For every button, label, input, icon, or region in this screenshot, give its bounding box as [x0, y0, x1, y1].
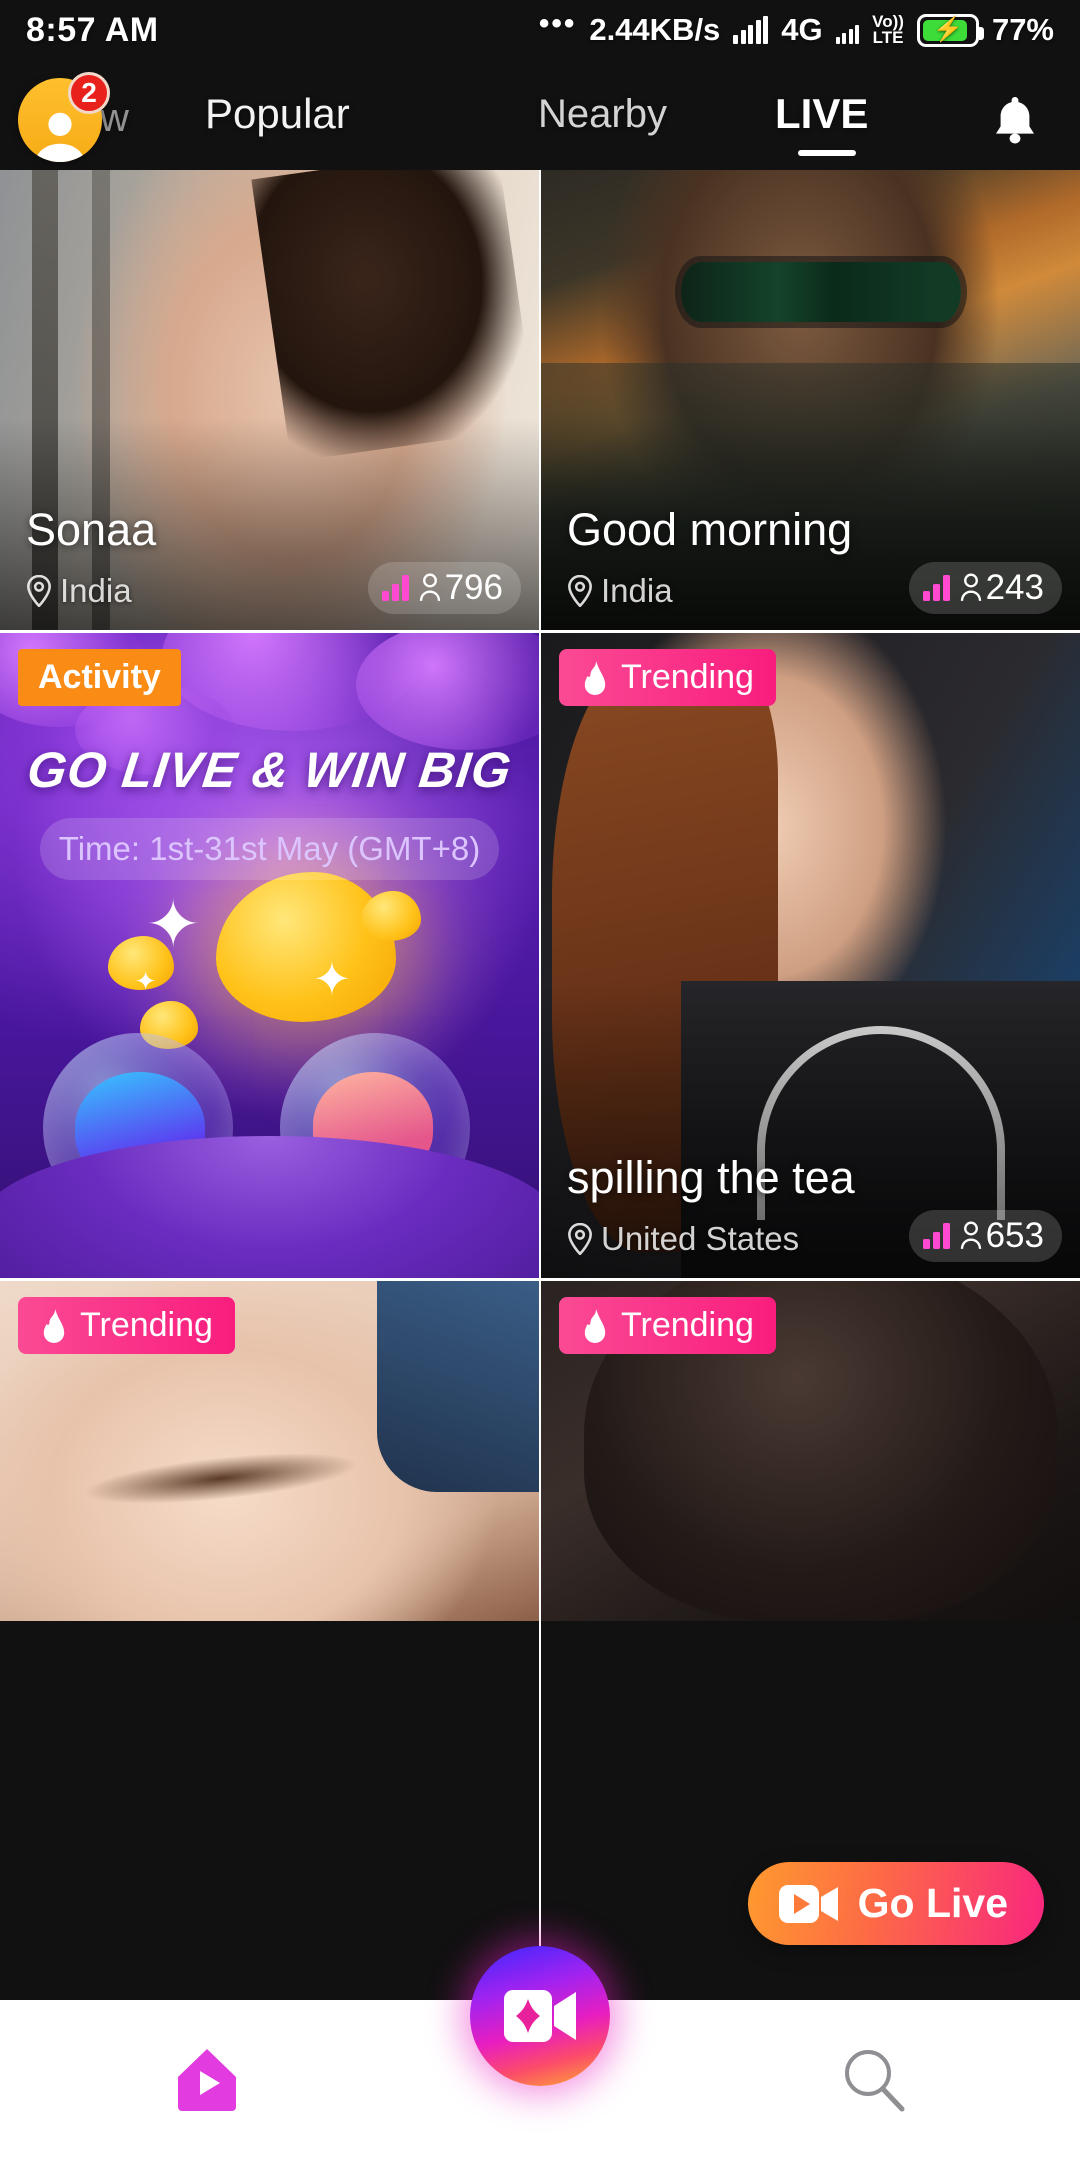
- card-location: United States: [567, 1220, 799, 1258]
- live-card-bottom-left[interactable]: Trending: [0, 1281, 539, 1621]
- card-location: India: [26, 572, 132, 610]
- card-location-label: India: [601, 572, 673, 609]
- create-live-fab[interactable]: [470, 1946, 610, 2086]
- live-card-spilling-the-tea[interactable]: Trending spilling the tea United States …: [541, 633, 1080, 1278]
- viewer-count: 653: [985, 1216, 1044, 1255]
- tab-popular[interactable]: Popular: [205, 90, 350, 138]
- card-tag-trending: Trending: [559, 649, 776, 706]
- nav-home-button[interactable]: [170, 2043, 244, 2117]
- person-icon: [419, 573, 440, 601]
- live-stream-grid: Sonaa India 796 Good morning India 243 ✦…: [0, 170, 1080, 1990]
- location-pin-icon: [568, 575, 592, 607]
- viewer-count: 796: [444, 568, 503, 607]
- flame-icon: [43, 1308, 65, 1343]
- status-bar: 8:57 AM ••• 2.44KB/s 4G Vo)) LTE ⚡ 77%: [0, 0, 1080, 60]
- battery-percent: 77%: [991, 12, 1054, 47]
- volte-bottom: LTE: [872, 28, 904, 47]
- tab-live[interactable]: LIVE: [775, 90, 868, 138]
- viewer-count-badge: 243: [908, 562, 1062, 614]
- top-navigation: w Popular Nearby LIVE 2: [0, 60, 1080, 170]
- status-time: 8:57 AM: [26, 10, 159, 49]
- tab-follow[interactable]: w: [100, 96, 162, 141]
- app-root: Sonaa India 796 Good morning India 243 ✦…: [0, 0, 1080, 2160]
- card-tag-label: Activity: [38, 658, 161, 696]
- network-speed: 2.44KB/s: [589, 12, 721, 47]
- location-pin-icon: [568, 1223, 592, 1255]
- card-location: India: [567, 572, 673, 610]
- notification-badge: 2: [68, 72, 110, 114]
- card-tag-trending: Trending: [559, 1297, 776, 1354]
- bell-icon[interactable]: [992, 95, 1038, 145]
- live-card-good-morning[interactable]: Good morning India 243: [541, 170, 1080, 630]
- status-right-cluster: ••• 2.44KB/s 4G Vo)) LTE ⚡ 77%: [539, 7, 1054, 48]
- card-title: Sonaa: [26, 504, 157, 555]
- grid-divider-horizontal-1: [0, 630, 1080, 633]
- promo-artwork: ✦ ✦ ✦: [0, 633, 539, 1278]
- signal-bars-icon: [922, 1223, 950, 1249]
- battery-icon: ⚡: [916, 13, 984, 47]
- home-play-icon: [178, 2049, 236, 2111]
- live-card-sonaa[interactable]: Sonaa India 796: [0, 170, 539, 630]
- grid-divider-horizontal-2: [0, 1278, 1080, 1281]
- overflow-dots-icon: •••: [538, 7, 577, 40]
- person-icon: [960, 573, 981, 601]
- signal-strength-icon-2: [835, 16, 860, 44]
- person-icon: [960, 1221, 981, 1249]
- flame-icon: [584, 660, 606, 695]
- profile-avatar-button[interactable]: 2: [18, 72, 110, 162]
- card-tag-label: Trending: [621, 1306, 754, 1344]
- card-tag-trending: Trending: [18, 1297, 235, 1354]
- viewer-count-badge: 796: [367, 562, 521, 614]
- signal-bars-icon: [922, 575, 950, 601]
- tab-live-indicator: [798, 150, 856, 156]
- live-card-bottom-right[interactable]: Trending: [541, 1281, 1080, 1621]
- signal-strength-icon: [733, 16, 769, 44]
- network-type: 4G: [781, 12, 823, 47]
- location-pin-icon: [27, 575, 51, 607]
- card-tag-label: Trending: [80, 1306, 213, 1344]
- live-video-sparkle-icon: [504, 1990, 576, 2042]
- card-tag-activity: Activity: [18, 649, 181, 706]
- card-title: spilling the tea: [567, 1152, 855, 1203]
- card-tag-label: Trending: [621, 658, 754, 696]
- card-title: Good morning: [567, 504, 853, 555]
- promo-time-pill: Time: 1st-31st May (GMT+8): [40, 818, 499, 880]
- viewer-count-badge: 653: [908, 1210, 1062, 1262]
- video-camera-icon: [778, 1884, 838, 1923]
- search-icon: [845, 2050, 905, 2112]
- promo-title: GO LIVE & WIN BIG: [24, 742, 515, 798]
- viewer-count: 243: [985, 568, 1044, 607]
- go-live-button[interactable]: Go Live: [747, 1862, 1044, 1945]
- nav-search-button[interactable]: [836, 2043, 910, 2117]
- signal-bars-icon: [381, 575, 409, 601]
- grid-divider-vertical: [539, 170, 541, 1990]
- tab-bar: w Popular Nearby LIVE: [0, 60, 1080, 170]
- card-location-label: India: [60, 572, 132, 609]
- go-live-label: Go Live: [857, 1880, 1008, 1926]
- tab-nearby[interactable]: Nearby: [538, 92, 667, 137]
- promo-card-activity[interactable]: ✦ ✦ ✦ Activity GO LIVE & WIN BIG Time: 1…: [0, 633, 539, 1278]
- card-location-label: United States: [601, 1220, 800, 1257]
- flame-icon: [584, 1308, 606, 1343]
- volte-icon: Vo)) LTE: [872, 13, 904, 47]
